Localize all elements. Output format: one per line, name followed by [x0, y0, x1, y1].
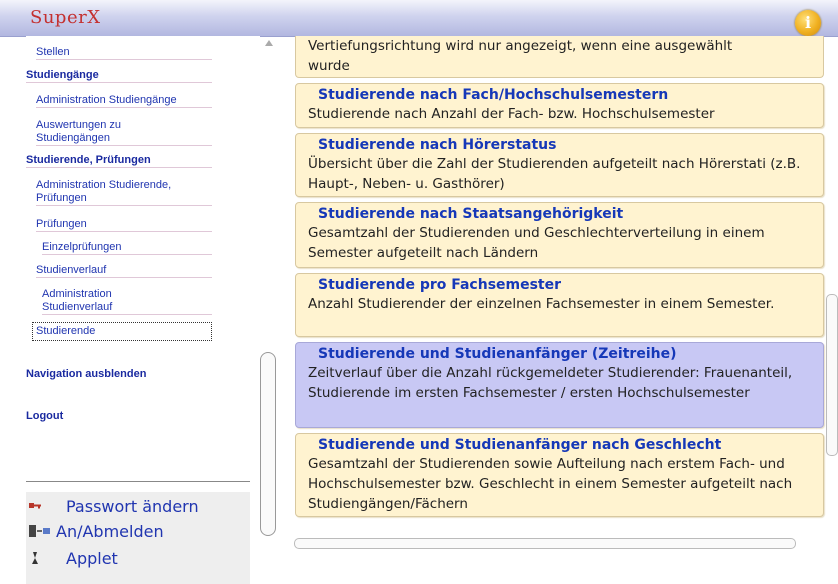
sidebar-item-auswertungen[interactable]: Auswertungen zu Studiengängen: [36, 119, 212, 146]
horizontal-scroll-thumb[interactable]: [294, 538, 796, 549]
sidebar-item-studierende[interactable]: Studierende: [32, 322, 212, 341]
sidebar-item-label: Administration: [42, 288, 112, 300]
report-card-highlighted[interactable]: Studierende und Studienanfänger (Zeitrei…: [295, 342, 824, 428]
sidebar-item-admin-studiengaenge[interactable]: Administration Studiengänge: [36, 94, 212, 108]
navigation-ausblenden-link[interactable]: Navigation ausblenden: [26, 368, 146, 380]
sidebar-item-einzelpruefungen[interactable]: Einzelprüfungen: [42, 241, 212, 255]
sidebar-item-stellen[interactable]: Stellen: [36, 46, 212, 60]
applet-link[interactable]: Applet: [26, 548, 250, 570]
sidebar: Stellen Studiengänge Administration Stud…: [26, 36, 260, 584]
report-title[interactable]: Studierende und Studienanfänger nach Ges…: [318, 437, 823, 454]
report-desc: Anzahl Studierender der einzelnen Fachse…: [308, 296, 775, 312]
horizontal-scrollbar[interactable]: [262, 537, 826, 549]
sidebar-scrollbar[interactable]: [260, 36, 278, 542]
report-card[interactable]: Studierende pro Fachsemester Anzahl Stud…: [295, 273, 824, 337]
sidebar-item-label: Studienverlauf: [42, 301, 113, 313]
login-icon: [28, 523, 50, 539]
sidebar-section-studierende-pruefungen[interactable]: Studierende, Prüfungen: [26, 154, 212, 168]
report-desc: Studierende nach Anzahl der Fach- bzw. H…: [308, 106, 715, 122]
sidebar-item-pruefungen[interactable]: Prüfungen: [36, 218, 212, 232]
report-desc: Vertiefungsrichtung wird nur angezeigt, …: [308, 38, 733, 74]
report-card[interactable]: Studierende nach Hörerstatus Übersicht ü…: [295, 133, 824, 197]
tool-label: An/Abmelden: [56, 522, 164, 541]
report-list: Vertiefungsrichtung wird nur angezeigt, …: [295, 36, 825, 542]
app-logo: SuperX: [30, 7, 101, 28]
report-desc: Übersicht über die Zahl der Studierenden…: [308, 156, 801, 192]
sidebar-item-label: Auswertungen zu: [36, 119, 121, 131]
sidebar-item-label: Studiengängen: [36, 132, 111, 144]
report-card[interactable]: Studierende und Studienanfänger nach Ges…: [295, 433, 824, 517]
report-desc: Gesamtzahl der Studierenden und Geschlec…: [308, 225, 765, 261]
scroll-up-icon[interactable]: [265, 40, 273, 46]
report-card[interactable]: Studierende nach Staatsangehörigkeit Ges…: [295, 202, 824, 268]
main-scrollbar[interactable]: [826, 36, 838, 542]
sidebar-item-admin-studierende[interactable]: Administration Studierende, Prüfungen: [36, 179, 212, 206]
report-title[interactable]: Studierende nach Fach/Hochschulsemestern: [318, 87, 823, 104]
an-abmelden-link[interactable]: An/Abmelden: [26, 521, 250, 543]
sidebar-scroll-thumb[interactable]: [260, 352, 276, 536]
logout-link[interactable]: Logout: [26, 410, 63, 422]
main-scroll-thumb[interactable]: [826, 294, 838, 456]
report-title[interactable]: Studierende nach Staatsangehörigkeit: [318, 206, 823, 223]
sidebar-item-label: Prüfungen: [36, 192, 87, 204]
tool-label: Applet: [66, 549, 118, 568]
report-title[interactable]: Studierende nach Hörerstatus: [318, 137, 823, 154]
sidebar-divider: [26, 481, 250, 482]
report-desc: Zeitverlauf über die Anzahl rückgemeldet…: [308, 365, 793, 401]
sidebar-item-studienverlauf[interactable]: Studienverlauf: [36, 264, 212, 278]
sidebar-item-label: Administration Studierende,: [36, 179, 172, 191]
sidebar-section-studiengaenge[interactable]: Studiengänge: [26, 69, 212, 83]
report-title[interactable]: Studierende pro Fachsemester: [318, 277, 823, 294]
sidebar-item-admin-studienverlauf[interactable]: Administration Studienverlauf: [42, 288, 212, 315]
applet-icon: [28, 550, 42, 566]
passwort-aendern-link[interactable]: Passwort ändern: [26, 496, 250, 518]
report-desc: Gesamtzahl der Studierenden sowie Auftei…: [308, 456, 793, 512]
report-title[interactable]: Studierende und Studienanfänger (Zeitrei…: [318, 346, 823, 363]
tool-label: Passwort ändern: [66, 497, 199, 516]
key-icon: [28, 498, 42, 514]
app-header: SuperX i: [0, 0, 838, 37]
tools-panel: Passwort ändern An/Abmelden Applet: [26, 492, 250, 584]
info-icon[interactable]: i: [795, 10, 821, 36]
report-card[interactable]: Studierende nach Fach/Hochschulsemestern…: [295, 83, 824, 128]
report-card-partial[interactable]: Vertiefungsrichtung wird nur angezeigt, …: [295, 36, 824, 78]
